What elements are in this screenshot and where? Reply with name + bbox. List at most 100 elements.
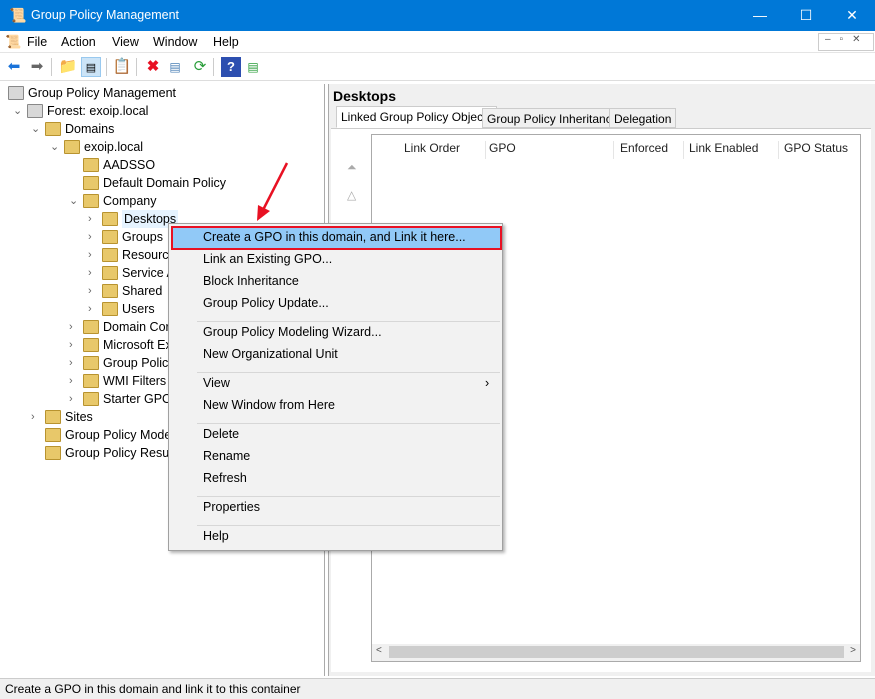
context-menu: Create a GPO in this domain, and Link it… — [168, 223, 503, 551]
title-bar: 📜 Group Policy Management — ☐ ✕ — [0, 0, 875, 31]
expand-chevron-icon[interactable]: › — [88, 264, 98, 282]
folder-icon — [83, 338, 99, 352]
console-icon — [27, 104, 43, 118]
tree-item-label: Forest: exoip.local — [47, 104, 149, 118]
back-icon[interactable]: ⬅ — [4, 57, 24, 77]
context-menu-item[interactable]: Rename — [203, 449, 250, 463]
collapse-chevron-icon[interactable]: ⌄ — [50, 138, 60, 156]
tree-item-label: Groups — [122, 230, 163, 244]
tree-item-label: Default Domain Policy — [103, 176, 226, 190]
context-menu-item[interactable]: Create a GPO in this domain, and Link it… — [203, 230, 466, 244]
window-title: Group Policy Management — [31, 8, 179, 22]
column-gpo-status[interactable]: GPO Status — [779, 141, 859, 159]
help-icon[interactable]: ? — [221, 57, 241, 77]
folder-icon — [45, 410, 61, 424]
toolbar: ⬅ ➡ 📁 ▤ 📋 ✖ ▤ ⟳ ? ▤ — [0, 53, 875, 81]
tree-item-label: AADSSO — [103, 158, 156, 172]
expand-chevron-icon[interactable]: › — [88, 210, 98, 228]
tree-item[interactable]: ⌄ Forest: exoip.local — [0, 102, 325, 120]
up-folder-icon[interactable]: 📁 — [58, 57, 78, 77]
expand-chevron-icon[interactable]: › — [69, 318, 79, 336]
tree-item[interactable]: ⌄ Domains — [0, 120, 325, 138]
context-menu-item[interactable]: Group Policy Update... — [203, 296, 329, 310]
folder-icon — [83, 392, 99, 406]
mdi-controls[interactable]: –▫✕ — [818, 33, 874, 51]
expand-chevron-icon[interactable]: › — [69, 354, 79, 372]
collapse-chevron-icon[interactable]: ⌄ — [31, 120, 41, 138]
show-action-pane-icon[interactable]: ▤ — [243, 57, 263, 77]
refresh-icon[interactable]: ⟳ — [190, 57, 210, 77]
status-bar: Create a GPO in this domain and link it … — [0, 678, 875, 699]
expand-chevron-icon[interactable]: › — [69, 336, 79, 354]
folder-icon — [83, 374, 99, 388]
expand-chevron-icon[interactable]: › — [88, 246, 98, 264]
context-menu-item[interactable]: Group Policy Modeling Wizard... — [203, 325, 382, 339]
folder-icon — [83, 320, 99, 334]
expand-chevron-icon[interactable]: › — [69, 372, 79, 390]
show-hide-tree-icon[interactable]: ▤ — [81, 57, 101, 77]
close-button[interactable]: ✕ — [829, 0, 875, 31]
column-enforced[interactable]: Enforced — [615, 141, 684, 159]
folder-icon — [45, 122, 61, 136]
tree-item-label: exoip.local — [84, 140, 144, 154]
menu-separator — [197, 496, 500, 497]
folder-icon — [64, 140, 80, 154]
context-menu-item[interactable]: Block Inheritance — [203, 274, 299, 288]
app-icon: 📜 — [9, 7, 27, 23]
menu-help[interactable]: Help — [213, 35, 239, 49]
folder-icon — [102, 212, 118, 226]
horizontal-scrollbar[interactable]: < > — [372, 644, 860, 661]
context-menu-item[interactable]: Help — [203, 529, 229, 543]
forward-icon[interactable]: ➡ — [27, 57, 47, 77]
tab-inheritance[interactable]: Group Policy Inheritance — [482, 108, 624, 128]
collapse-chevron-icon[interactable]: ⌄ — [13, 102, 23, 120]
minimize-button[interactable]: — — [737, 0, 783, 31]
expand-chevron-icon[interactable]: › — [69, 390, 79, 408]
tab-delegation[interactable]: Delegation — [609, 108, 677, 128]
move-top-icon[interactable]: ⏶ — [347, 160, 357, 175]
menu-action[interactable]: Action — [61, 35, 96, 49]
maximize-button[interactable]: ☐ — [783, 0, 829, 31]
context-menu-item[interactable]: Delete — [203, 427, 239, 441]
context-menu-item[interactable]: Properties — [203, 500, 260, 514]
tab-linked-gpos[interactable]: Linked Group Policy Objects — [336, 106, 498, 128]
column-gpo[interactable]: GPO — [484, 141, 614, 159]
expand-chevron-icon[interactable]: › — [31, 408, 41, 426]
tree-item-label: Company — [103, 194, 157, 208]
folder-icon — [83, 194, 99, 208]
context-menu-item[interactable]: Link an Existing GPO... — [203, 252, 332, 266]
folder-icon — [83, 158, 99, 172]
expand-chevron-icon[interactable]: › — [88, 228, 98, 246]
context-menu-item[interactable]: New Window from Here — [203, 398, 335, 412]
column-link-enabled[interactable]: Link Enabled — [684, 141, 779, 159]
console-icon: 📜 — [5, 34, 22, 49]
context-menu-item[interactable]: Refresh — [203, 471, 247, 485]
tree-item-label: Users — [122, 302, 155, 316]
menu-file[interactable]: File — [27, 35, 47, 49]
tree-item-label: Starter GPOs — [103, 392, 179, 406]
submenu-arrow-icon: › — [485, 376, 490, 390]
clipboard-icon[interactable]: 📋 — [112, 57, 132, 77]
column-link-order[interactable]: Link Order — [399, 141, 486, 159]
menu-window[interactable]: Window — [153, 35, 197, 49]
context-menu-item[interactable]: View — [203, 376, 230, 390]
collapse-chevron-icon[interactable]: ⌄ — [69, 192, 79, 210]
tree-item-label: Domain Cor — [103, 320, 170, 334]
tree-item[interactable]: Group Policy Management — [0, 84, 325, 102]
tree-item-label: Shared — [122, 284, 163, 298]
folder-icon — [45, 428, 61, 442]
folder-icon — [102, 302, 118, 316]
context-menu-item[interactable]: New Organizational Unit — [203, 347, 338, 361]
expand-chevron-icon[interactable]: › — [88, 282, 98, 300]
tree-item[interactable]: ⌄ exoip.local — [0, 138, 325, 156]
properties-icon[interactable]: ▤ — [165, 57, 185, 77]
expand-chevron-icon[interactable]: › — [88, 300, 98, 318]
move-up-icon[interactable]: △ — [347, 188, 356, 202]
delete-icon[interactable]: ✖ — [143, 57, 163, 77]
pane-title: Desktops — [333, 88, 397, 104]
tree-item-label: Group Policy — [103, 356, 175, 370]
folder-icon — [83, 356, 99, 370]
folder-icon — [102, 248, 118, 262]
menu-view[interactable]: View — [112, 35, 139, 49]
menu-bar: 📜 File Action View Window Help –▫✕ — [0, 31, 875, 53]
